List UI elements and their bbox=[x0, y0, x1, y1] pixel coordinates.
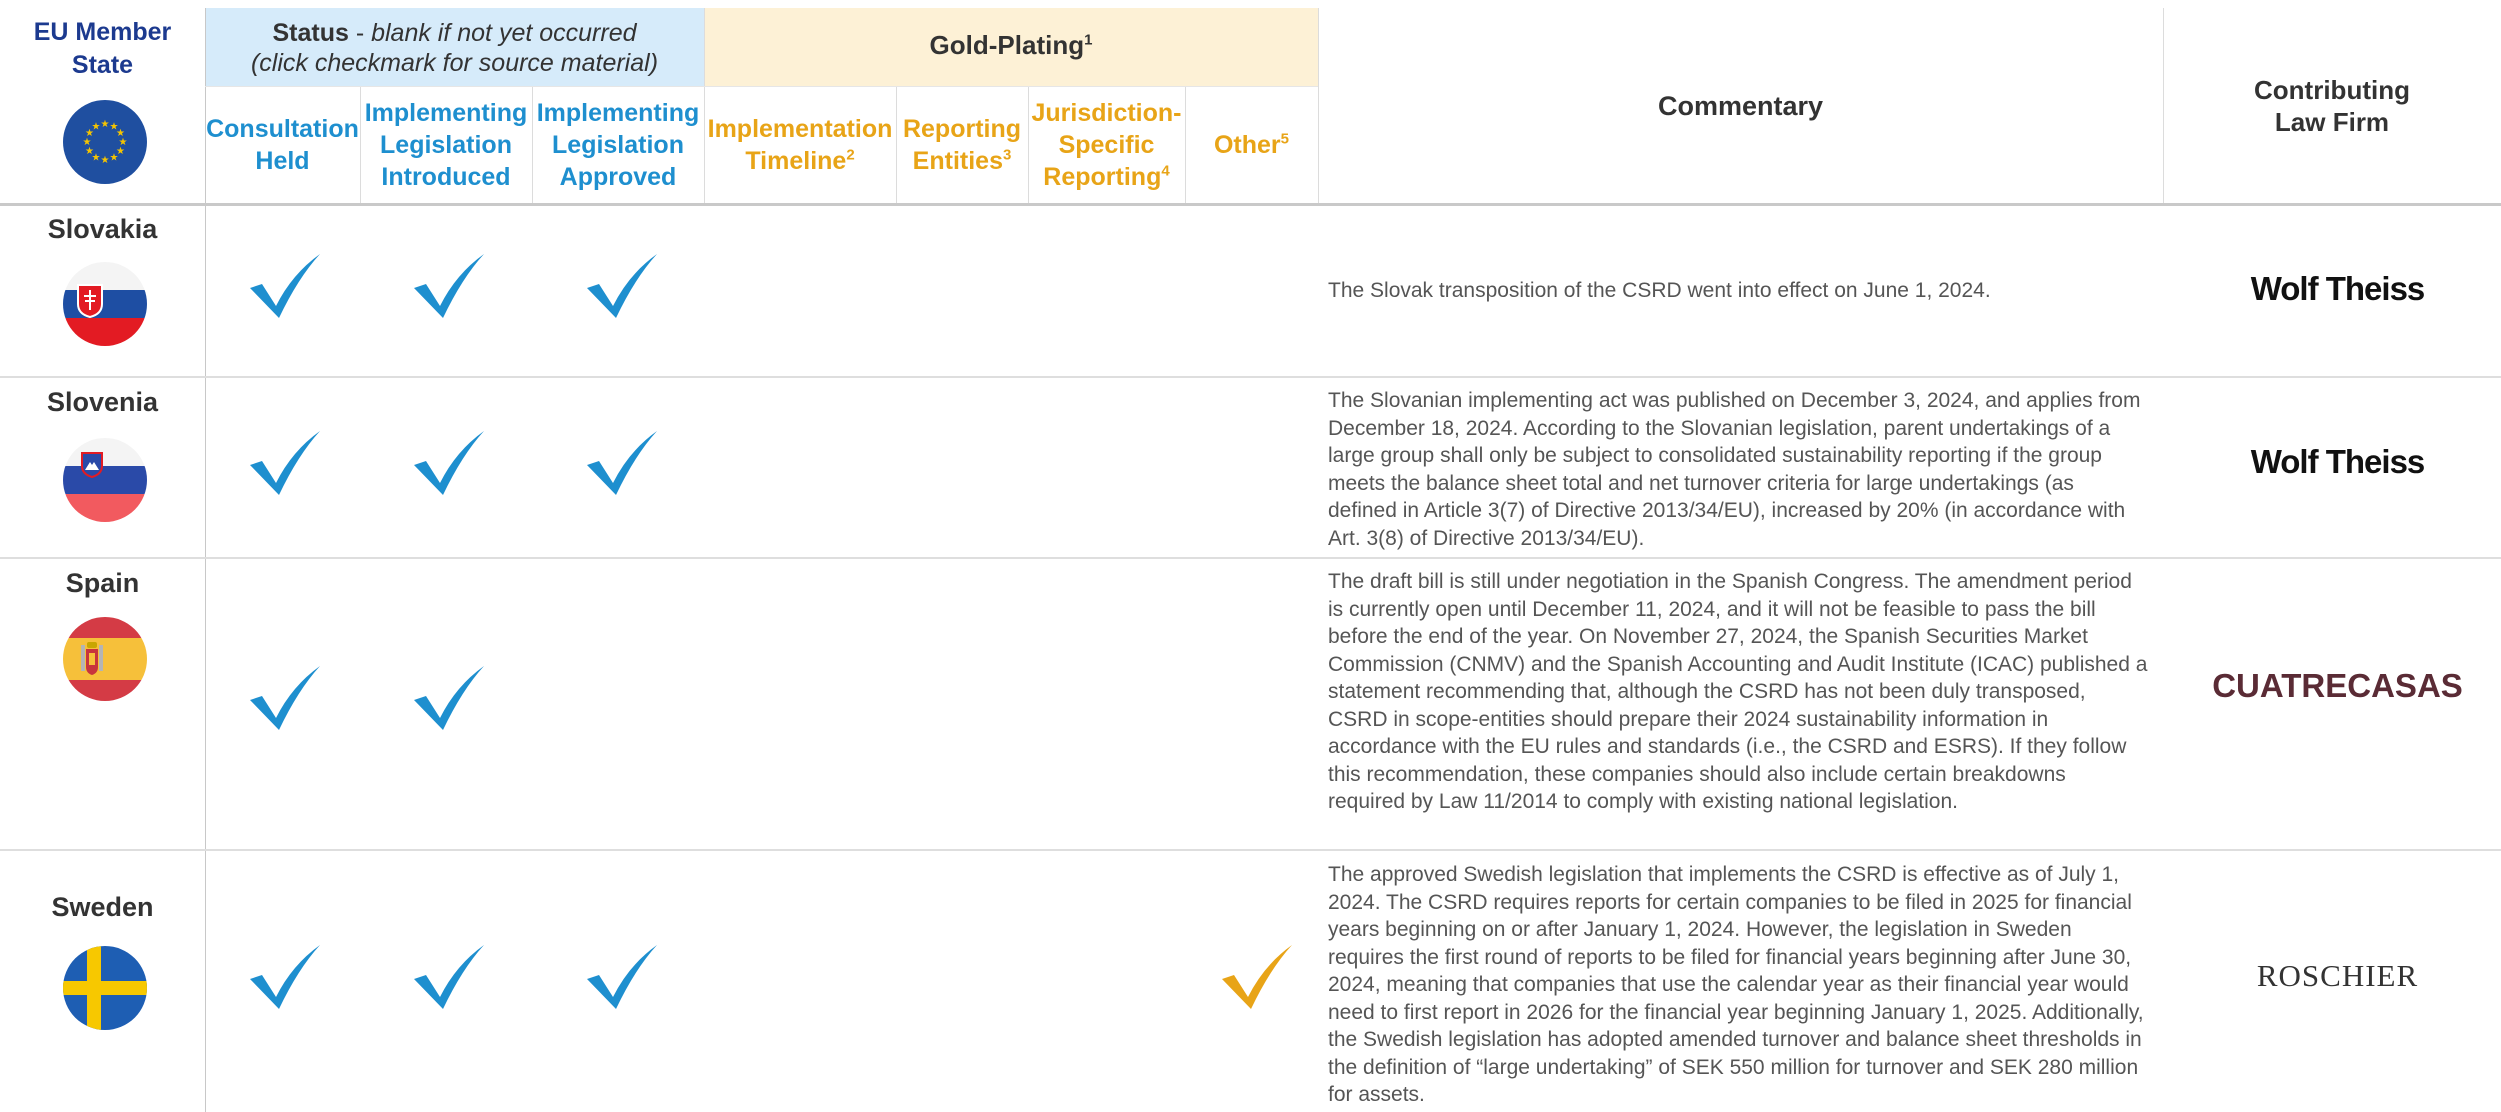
country-name: Slovakia bbox=[47, 214, 158, 244]
col-legislation-approved: Implementing Legislation Approved bbox=[532, 86, 704, 204]
country-name: Spain bbox=[65, 568, 140, 598]
grid-line bbox=[1028, 86, 1029, 204]
checkmark-introduced[interactable] bbox=[410, 427, 488, 497]
checkmark-introduced[interactable] bbox=[410, 250, 488, 320]
eu-flag-icon: ★ ★ ★ ★ ★ ★ ★ ★ ★ ★ ★ ★ bbox=[63, 100, 147, 184]
checkmark-approved[interactable] bbox=[583, 250, 661, 320]
gold-plating-footnote: 1 bbox=[1084, 31, 1093, 49]
checkmark-introduced[interactable] bbox=[410, 662, 488, 732]
law-firm-label: Contributing Law Firm bbox=[2254, 75, 2410, 137]
checkmark-other[interactable] bbox=[1218, 941, 1296, 1011]
svg-text:★: ★ bbox=[92, 122, 101, 133]
member-state-label: EU Member State bbox=[33, 18, 172, 79]
sweden-flag-icon bbox=[63, 946, 147, 1030]
commentary-text: The approved Swedish legislation that im… bbox=[1328, 863, 2144, 1106]
country-name: Slovenia bbox=[46, 387, 159, 417]
grid-line bbox=[1185, 86, 1186, 204]
checkmark-introduced[interactable] bbox=[410, 941, 488, 1011]
commentary-text: The Slovanian implementing act was publi… bbox=[1328, 389, 2141, 550]
col-approved-label: Implementing Legislation Approved bbox=[536, 99, 700, 191]
grid-line bbox=[2163, 8, 2164, 204]
gold-plating-title: Gold-Plating bbox=[929, 30, 1085, 60]
commentary-header: Commentary bbox=[1318, 8, 2163, 204]
col-jurisdiction-specific: Jurisdiction-Specific Reporting4 bbox=[1028, 86, 1185, 204]
col-other: Other5 bbox=[1185, 86, 1318, 204]
status-separator: - bbox=[348, 19, 372, 47]
grid-line bbox=[1318, 8, 1319, 204]
law-firm-logo[interactable]: Wolf Theiss bbox=[2165, 443, 2501, 481]
member-state-header: EU Member State bbox=[0, 16, 205, 82]
status-header: Status - blank if not yet occurred (clic… bbox=[205, 18, 704, 78]
checkmark-approved[interactable] bbox=[583, 941, 661, 1011]
status-note: blank if not yet occurred bbox=[371, 19, 637, 47]
country-name: Sweden bbox=[51, 892, 154, 922]
col-timeline-label: Implementation Timeline bbox=[707, 115, 893, 175]
grid-line bbox=[896, 86, 897, 204]
spain-flag-icon bbox=[63, 617, 147, 701]
checkmark-consultation[interactable] bbox=[246, 941, 324, 1011]
col-legislation-introduced: Implementing Legislation Introduced bbox=[360, 86, 532, 204]
header-divider bbox=[205, 86, 1318, 87]
law-firm-logo[interactable]: CUATRECASAS bbox=[2165, 667, 2501, 705]
status-source-note: (click checkmark for source material) bbox=[250, 49, 659, 77]
col-jurisdiction-footnote: 4 bbox=[1161, 162, 1170, 180]
svg-text:★: ★ bbox=[110, 153, 119, 164]
col-reporting-entities: Reporting Entities3 bbox=[896, 86, 1028, 204]
col-timeline-footnote: 2 bbox=[846, 146, 855, 164]
row-divider bbox=[0, 376, 2501, 378]
row-divider bbox=[0, 203, 2501, 206]
slovakia-flag-icon bbox=[63, 262, 147, 346]
commentary-text: The draft bill is still under negotiatio… bbox=[1328, 570, 2148, 813]
grid-line bbox=[205, 8, 206, 1112]
col-entities-label: Reporting Entities bbox=[902, 115, 1022, 175]
grid-line bbox=[360, 86, 361, 204]
checkmark-consultation[interactable] bbox=[246, 427, 324, 497]
col-introduced-label: Implementing Legislation Introduced bbox=[364, 99, 528, 191]
checkmark-consultation[interactable] bbox=[246, 662, 324, 732]
grid-line bbox=[704, 8, 705, 204]
svg-text:★: ★ bbox=[101, 155, 110, 166]
grid-line bbox=[532, 86, 533, 204]
checkmark-approved[interactable] bbox=[583, 427, 661, 497]
law-firm-logo[interactable]: ROSCHIER bbox=[2165, 958, 2501, 994]
col-entities-footnote: 3 bbox=[1002, 146, 1012, 164]
commentary-label: Commentary bbox=[1657, 90, 1824, 121]
law-firm-logo[interactable]: Wolf Theiss bbox=[2165, 270, 2501, 308]
svg-text:★: ★ bbox=[101, 119, 110, 130]
col-implementation-timeline: Implementation Timeline2 bbox=[704, 86, 896, 204]
checkmark-consultation[interactable] bbox=[246, 250, 324, 320]
col-consultation-label: Consultation Held bbox=[206, 115, 359, 175]
gold-plating-header: Gold-Plating1 bbox=[704, 30, 1318, 61]
col-consultation-held: Consultation Held bbox=[205, 86, 360, 204]
col-other-footnote: 5 bbox=[1280, 130, 1290, 148]
slovenia-flag-icon bbox=[63, 438, 147, 522]
row-divider bbox=[0, 557, 2501, 559]
status-title: Status bbox=[272, 19, 349, 47]
row-divider bbox=[0, 849, 2501, 851]
col-jurisdiction-label: Jurisdiction-Specific Reporting bbox=[1031, 99, 1182, 191]
commentary-text: The Slovak transposition of the CSRD wen… bbox=[1328, 279, 1991, 302]
law-firm-header: Contributing Law Firm bbox=[2163, 8, 2501, 204]
col-other-label: Other bbox=[1213, 131, 1281, 159]
